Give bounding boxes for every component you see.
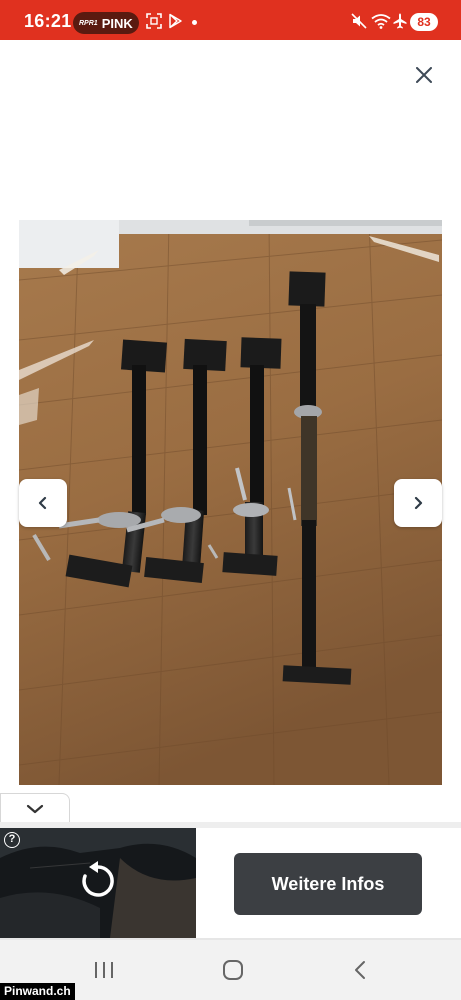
replay-icon[interactable] bbox=[78, 861, 118, 901]
back-icon[interactable] bbox=[352, 960, 368, 980]
ad-video[interactable]: ? bbox=[0, 828, 196, 938]
radio-notification-pill[interactable]: RPR1 PINK bbox=[73, 12, 139, 34]
chevron-left-icon bbox=[38, 496, 47, 510]
next-image-button[interactable] bbox=[394, 479, 442, 527]
status-time: 16:21 bbox=[24, 11, 72, 31]
previous-image-button[interactable] bbox=[19, 479, 67, 527]
watermark: Pinwand.ch bbox=[0, 983, 75, 1000]
home-icon[interactable] bbox=[222, 960, 244, 980]
close-button[interactable] bbox=[410, 61, 438, 89]
close-icon bbox=[416, 67, 432, 83]
battery-icon: 83 bbox=[410, 13, 438, 31]
radio-logo: RPR1 bbox=[79, 19, 98, 27]
gallery-photo bbox=[19, 220, 442, 785]
screenshot-icon bbox=[146, 13, 162, 29]
ad-info-icon[interactable]: ? bbox=[4, 832, 20, 848]
ad-cta-button[interactable]: Weitere Infos bbox=[234, 853, 422, 915]
notification-dot bbox=[192, 20, 197, 25]
ad-collapse-button[interactable] bbox=[0, 793, 70, 823]
mute-icon bbox=[351, 13, 367, 29]
screen: 16:21 RPR1 PINK 83 ? Weitere Infos Pinwa… bbox=[0, 0, 461, 1000]
play-store-icon bbox=[169, 13, 182, 29]
airplane-icon bbox=[393, 13, 407, 29]
status-bar: 16:21 RPR1 PINK 83 bbox=[0, 0, 461, 40]
wifi-icon bbox=[371, 14, 391, 29]
ad-banner[interactable]: ? Weitere Infos bbox=[0, 828, 461, 938]
recent-apps-icon[interactable] bbox=[93, 960, 115, 980]
radio-name: PINK bbox=[101, 15, 133, 31]
gallery-image[interactable] bbox=[19, 220, 442, 785]
chevron-right-icon bbox=[414, 496, 423, 510]
chevron-down-icon bbox=[26, 804, 44, 813]
